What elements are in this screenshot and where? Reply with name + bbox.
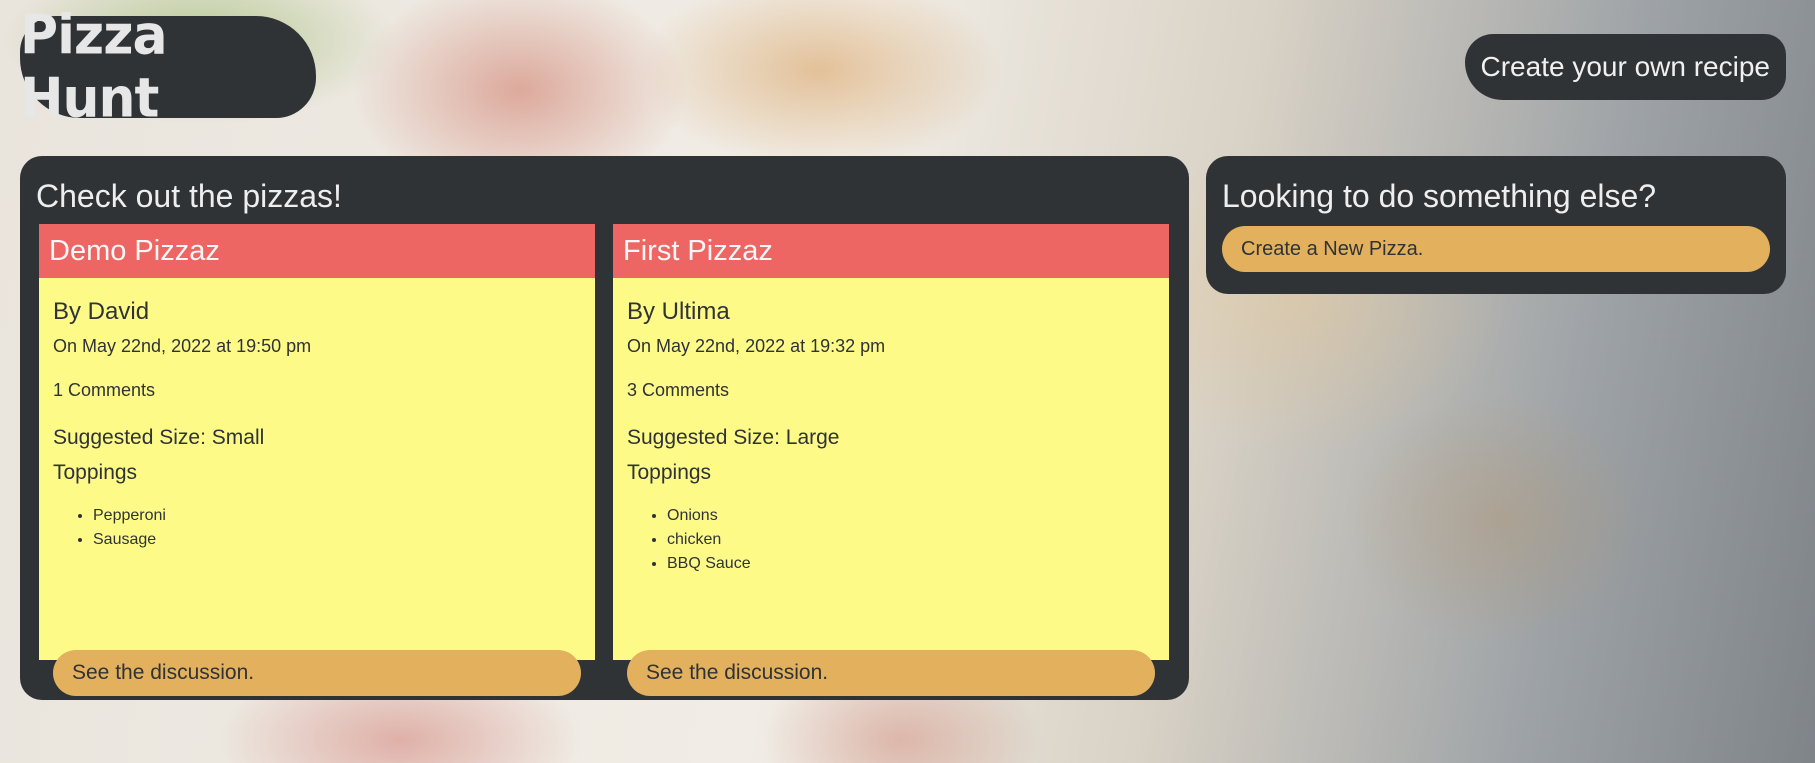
pizza-card-size: Suggested Size: Small — [53, 426, 265, 449]
pizza-card-date: On May 22nd, 2022 at 19:50 pm — [53, 336, 312, 356]
pizza-card-toppings: Onions chicken BBQ Sauce — [627, 504, 751, 576]
topping-item: chicken — [667, 528, 751, 552]
logo-text: Pizza Hunt — [20, 4, 168, 130]
pizza-card-name: First Pizzaz — [613, 224, 1169, 278]
something-else-panel: Looking to do something else? Create a N… — [1206, 156, 1786, 294]
pizza-card-toppings: Pepperoni Sausage — [53, 504, 166, 552]
topping-item: Pepperoni — [93, 504, 166, 528]
pizzas-panel-title: Check out the pizzas! — [36, 178, 342, 214]
create-new-pizza-button[interactable]: Create a New Pizza. — [1222, 226, 1770, 272]
logo[interactable]: Pizza Hunt — [20, 4, 316, 130]
pizza-card-comments: 1 Comments — [53, 380, 156, 400]
pizza-card-author: By Ultima — [627, 298, 730, 325]
pizza-card-date: On May 22nd, 2022 at 19:32 pm — [627, 336, 886, 356]
pizza-card-name: Demo Pizzaz — [39, 224, 595, 278]
pizza-card-comments: 3 Comments — [627, 380, 730, 400]
topping-item: Onions — [667, 504, 751, 528]
topping-item: BBQ Sauce — [667, 552, 751, 576]
something-else-title: Looking to do something else? — [1222, 178, 1657, 214]
see-discussion-button[interactable]: See the discussion. — [53, 650, 581, 696]
pizza-card: First Pizzaz By Ultima On May 22nd, 2022… — [613, 224, 1169, 696]
pizza-card-author: By David — [53, 298, 150, 325]
see-discussion-button[interactable]: See the discussion. — [627, 650, 1155, 696]
pizzas-panel: Check out the pizzas! Demo Pizzaz By Dav… — [20, 156, 1189, 700]
pizza-card-toppings-label: Toppings — [53, 461, 138, 484]
create-recipe-button[interactable]: Create your own recipe — [1464, 34, 1786, 100]
pizza-card-size: Suggested Size: Large — [627, 426, 840, 449]
pizza-card: Demo Pizzaz By David On May 22nd, 2022 a… — [39, 224, 595, 696]
pizza-card-toppings-label: Toppings — [627, 461, 712, 484]
topping-item: Sausage — [93, 528, 166, 552]
